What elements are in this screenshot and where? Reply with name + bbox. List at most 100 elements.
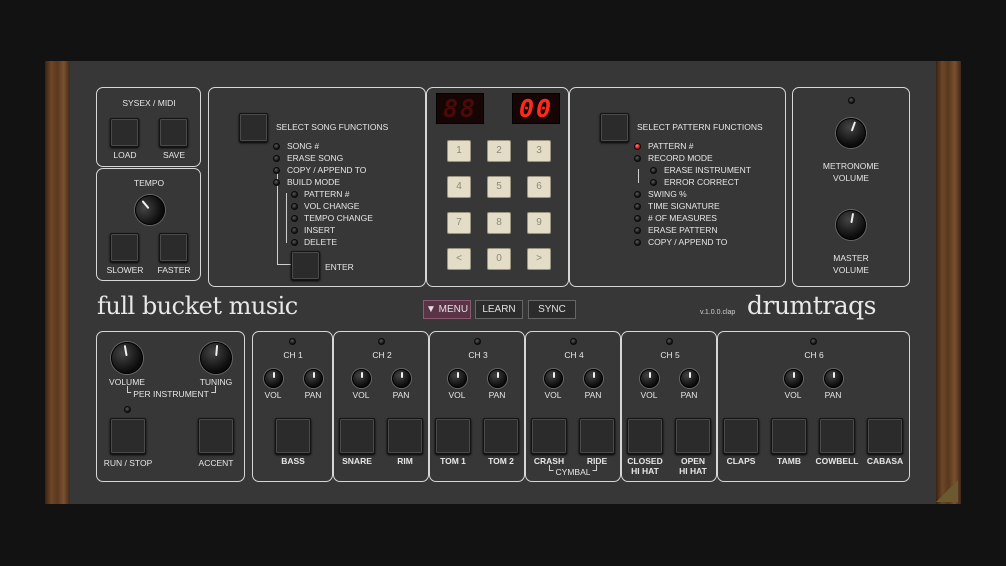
sync-button[interactable]: SYNC [528,300,576,319]
ch3-vol-knob[interactable] [448,369,467,388]
delete-label: DELETE [304,237,338,247]
copy-append-song-label: COPY / APPEND TO [287,165,367,175]
erase-instrument-led [650,167,657,174]
tom2-label: TOM 2 [488,456,514,466]
insert-led [291,227,298,234]
enter-bracket [277,264,292,265]
cowbell-pad[interactable] [819,418,855,454]
master-volume-knob[interactable] [833,207,869,243]
measures-led [634,215,641,222]
load-label: LOAD [113,150,137,160]
ch1-pan-knob[interactable] [304,369,323,388]
ch5-vol-knob[interactable] [640,369,659,388]
key-next[interactable]: > [527,248,551,270]
ch3-vol-label: VOL [448,390,466,400]
ch2-pan-knob[interactable] [392,369,411,388]
run-stop-button[interactable] [110,418,146,454]
ch2-pan-label: PAN [392,390,410,400]
erase-instrument-label: ERASE INSTRUMENT [664,165,751,175]
key-9[interactable]: 9 [527,212,551,234]
resize-handle[interactable] [936,480,958,502]
record-list-bracket [638,169,639,183]
key-6[interactable]: 6 [527,176,551,198]
tom2-pad[interactable] [483,418,519,454]
key-5[interactable]: 5 [487,176,511,198]
channel-2-panel: CH 2 VOL PAN SNARE RIM [333,331,429,482]
instrument-tuning-knob[interactable] [198,340,234,376]
build-mode-led [273,179,280,186]
tempo-title: TEMPO [133,178,165,188]
accent-label: ACCENT [198,458,234,468]
metronome-volume-label: VOLUME [833,173,869,183]
error-correct-led [650,179,657,186]
keypad-panel: 88 00 1 2 3 4 5 6 7 8 9 < 0 > [426,87,569,287]
sysex-title: SYSEX / MIDI [122,98,176,108]
ch3-led [474,338,481,345]
menu-button[interactable]: ▼ MENU [423,300,471,319]
channel-5-panel: CH 5 VOL PAN CLOSED HI HAT OPEN HI HAT [621,331,717,482]
tamb-pad[interactable] [771,418,807,454]
load-button[interactable] [110,118,139,147]
key-2[interactable]: 2 [487,140,511,162]
left-display: 88 [436,93,484,124]
closed-label: CLOSED [627,456,663,466]
select-pattern-functions-button[interactable] [600,113,629,142]
channel-4-panel: CH 4 VOL PAN CRASH RIDE CYMBAL [525,331,621,482]
tempo-knob[interactable] [128,188,172,232]
key-1[interactable]: 1 [447,140,471,162]
accent-button[interactable] [198,418,234,454]
enter-button[interactable] [291,251,320,280]
ch6-pan-knob[interactable] [824,369,843,388]
ride-pad[interactable] [579,418,615,454]
master-volume-label: VOLUME [833,265,869,275]
open-hihat-pad[interactable] [675,418,711,454]
tempo-panel: TEMPO SLOWER FASTER [96,168,201,281]
volume-panel: METRONOME VOLUME MASTER VOLUME [792,87,910,287]
ch4-vol-label: VOL [544,390,562,400]
ch2-led [378,338,385,345]
select-song-functions-button[interactable] [239,113,268,142]
rim-pad[interactable] [387,418,423,454]
run-led [124,406,131,413]
ch2-vol-knob[interactable] [352,369,371,388]
ch3-pan-knob[interactable] [488,369,507,388]
build-list-bracket [286,193,287,243]
global-panel: VOLUME TUNING PER INSTRUMENT RUN / STOP … [96,331,245,482]
closed-hihat-pad[interactable] [627,418,663,454]
key-0[interactable]: 0 [487,248,511,270]
ch5-pan-knob[interactable] [680,369,699,388]
save-button[interactable] [159,118,188,147]
ch1-vol-knob[interactable] [264,369,283,388]
ch6-vol-knob[interactable] [784,369,803,388]
learn-button[interactable]: LEARN [475,300,523,319]
delete-led [291,239,298,246]
faster-button[interactable] [159,233,188,262]
key-8[interactable]: 8 [487,212,511,234]
build-mode-label: BUILD MODE [287,177,340,187]
left-wood-panel [45,61,70,504]
metronome-label: METRONOME [822,161,880,171]
key-4[interactable]: 4 [447,176,471,198]
song-functions-title: SELECT SONG FUNCTIONS [276,122,389,132]
claps-pad[interactable] [723,418,759,454]
tom1-pad[interactable] [435,418,471,454]
cabasa-pad[interactable] [867,418,903,454]
metronome-volume-knob[interactable] [831,113,871,153]
instrument-volume-knob[interactable] [108,339,146,377]
slower-button[interactable] [110,233,139,262]
insert-label: INSERT [304,225,336,235]
open-label: OPEN [680,456,706,466]
crash-pad[interactable] [531,418,567,454]
claps-label: CLAPS [726,456,756,466]
ch4-vol-knob[interactable] [544,369,563,388]
pattern-num-label: PATTERN # [648,141,694,151]
key-prev[interactable]: < [447,248,471,270]
key-3[interactable]: 3 [527,140,551,162]
ch4-led [570,338,577,345]
right-display: 00 [512,93,560,124]
key-7[interactable]: 7 [447,212,471,234]
snare-pad[interactable] [339,418,375,454]
ch4-pan-knob[interactable] [584,369,603,388]
bass-pad[interactable] [275,418,311,454]
per-instrument-label: PER INSTRUMENT [131,389,211,399]
